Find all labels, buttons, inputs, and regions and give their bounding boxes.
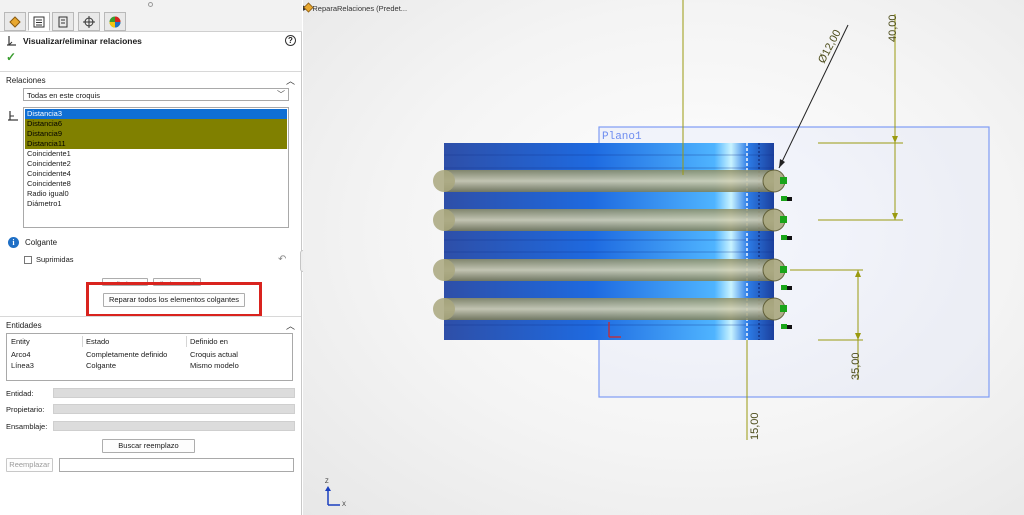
- defined-in-cell: Croquis actual: [190, 350, 238, 359]
- undo-icon[interactable]: ↶: [278, 254, 286, 265]
- part-name[interactable]: ReparaRelaciones (Predet...: [312, 4, 407, 13]
- chevron-up-icon[interactable]: ︿: [286, 319, 295, 332]
- rod[interactable]: [433, 258, 786, 282]
- relations-section-header[interactable]: Relaciones ︿: [0, 71, 301, 87]
- relation-item[interactable]: Distancia3: [25, 109, 287, 119]
- part-icon: [303, 2, 314, 13]
- relations-filter-value: Todas en este croquis: [27, 91, 100, 100]
- assembly-field: [53, 421, 295, 431]
- owner-field-row: Propietario:: [6, 404, 296, 415]
- assembly-field-row: Ensamblaje:: [6, 421, 296, 432]
- assembly-field-label: Ensamblaje:: [6, 422, 48, 431]
- info-icon: i: [8, 236, 19, 248]
- tab-propertymanager[interactable]: [28, 12, 50, 31]
- entities-table[interactable]: Entity Estado Definido en Arco4 Completa…: [6, 333, 293, 381]
- relations-filter-select[interactable]: Todas en este croquis ﹀: [23, 88, 289, 101]
- entities-section-label: Entidades: [6, 321, 42, 330]
- chevron-up-icon[interactable]: ︿: [286, 74, 295, 87]
- repair-all-dangling-button[interactable]: Reparar todos los elementos colgantes: [103, 293, 245, 307]
- column-header-defined-in[interactable]: Definido en: [190, 337, 228, 346]
- suppressed-label: Suprimidas: [36, 255, 74, 264]
- column-divider[interactable]: [82, 336, 83, 347]
- table-row[interactable]: Arco4 Completamente definido Croquis act…: [7, 349, 292, 360]
- relations-section-label: Relaciones: [6, 76, 46, 85]
- relation-item[interactable]: Distancia6: [25, 119, 287, 129]
- entity-field: [53, 388, 295, 398]
- entities-section-header[interactable]: Entidades ︿: [0, 316, 301, 332]
- tab-featuremanager[interactable]: [4, 12, 26, 31]
- feature-tree-flyout[interactable]: ▶ ReparaRelaciones (Predet...: [303, 2, 407, 14]
- plane-label: Plano1: [602, 131, 642, 143]
- entities-table-header: Entity Estado Definido en: [7, 336, 292, 347]
- property-manager: Visualizar/eliminar relaciones ? ✓ Relac…: [0, 0, 302, 515]
- entity-field-row: Entidad:: [6, 388, 296, 399]
- relation-status-label: Colgante: [25, 237, 58, 247]
- entity-field-label: Entidad:: [6, 389, 34, 398]
- tab-configurationmanager[interactable]: [52, 12, 74, 31]
- help-icon[interactable]: ?: [285, 35, 296, 46]
- dimension-15[interactable]: 15,00: [749, 412, 761, 440]
- find-replacement-button[interactable]: Buscar reemplazo: [102, 439, 195, 453]
- tab-dimxpert[interactable]: [78, 12, 100, 31]
- relation-item[interactable]: Diámetro1: [25, 199, 287, 209]
- triad-x-label: X: [342, 502, 346, 508]
- dimension-40[interactable]: 40,00: [887, 14, 899, 42]
- crosshair-icon: [83, 15, 95, 28]
- rod[interactable]: [433, 297, 786, 321]
- relation-item[interactable]: Coincidente1: [25, 149, 287, 159]
- relation-item[interactable]: Distancia9: [25, 129, 287, 139]
- state-cell: Colgante: [86, 361, 117, 370]
- dimension-35[interactable]: 35,00: [850, 352, 862, 380]
- replace-input[interactable]: [59, 458, 294, 472]
- rod[interactable]: [433, 208, 786, 232]
- diameter-dimension[interactable]: Ø12,00: [816, 28, 844, 66]
- column-header-state[interactable]: Estado: [86, 337, 109, 346]
- relations-icon: [7, 36, 16, 46]
- model-viewport[interactable]: Plano1 Ø12,00 40,00 35,00 15,00 Z X: [303, 0, 1024, 515]
- pm-title-row: Visualizar/eliminar relaciones ?: [6, 34, 296, 48]
- owner-field: [53, 404, 295, 414]
- state-cell: Completamente definido: [86, 350, 168, 359]
- column-header-entity[interactable]: Entity: [11, 337, 30, 346]
- relations-list[interactable]: Distancia3 Distancia6 Distancia9 Distanc…: [23, 107, 289, 228]
- relation-item[interactable]: Radio igual0: [25, 189, 287, 199]
- relation-status: i Colgante: [8, 236, 57, 248]
- view-triad[interactable]: Z X: [325, 479, 346, 508]
- tab-display-manager[interactable]: [104, 12, 126, 31]
- replace-button[interactable]: Reemplazar: [6, 458, 53, 472]
- column-divider[interactable]: [186, 336, 187, 347]
- rod[interactable]: [433, 169, 786, 193]
- graphics-area[interactable]: Plano1 Ø12,00 40,00 35,00 15,00 Z X Repa…: [303, 0, 1024, 515]
- table-row[interactable]: Línea3 Colgante Mismo modelo: [7, 360, 292, 371]
- appearance-pie-icon: [109, 16, 121, 27]
- defined-in-cell: Mismo modelo: [190, 361, 239, 370]
- part-icon: [9, 15, 21, 28]
- relation-item[interactable]: Distancia11: [25, 139, 287, 149]
- manager-tabs: [0, 0, 302, 32]
- panel-grip[interactable]: [148, 2, 153, 7]
- owner-field-label: Propietario:: [6, 405, 45, 414]
- relation-item[interactable]: Coincidente8: [25, 179, 287, 189]
- pm-title: Visualizar/eliminar relaciones: [23, 36, 142, 46]
- chevron-down-icon: ﹀: [277, 90, 285, 99]
- entity-cell: Línea3: [11, 361, 34, 370]
- entity-cell: Arco4: [11, 350, 31, 359]
- configuration-icon: [58, 16, 68, 27]
- suppressed-checkbox[interactable]: [24, 255, 32, 264]
- relations-list-icon: [8, 111, 18, 121]
- relation-item[interactable]: Coincidente4: [25, 169, 287, 179]
- property-list-icon: [33, 16, 45, 27]
- suppressed-checkbox-row[interactable]: Suprimidas: [24, 254, 74, 265]
- triad-z-label: Z: [325, 479, 329, 485]
- relation-item[interactable]: Coincidente2: [25, 159, 287, 169]
- accept-checkmark-icon[interactable]: ✓: [6, 51, 18, 63]
